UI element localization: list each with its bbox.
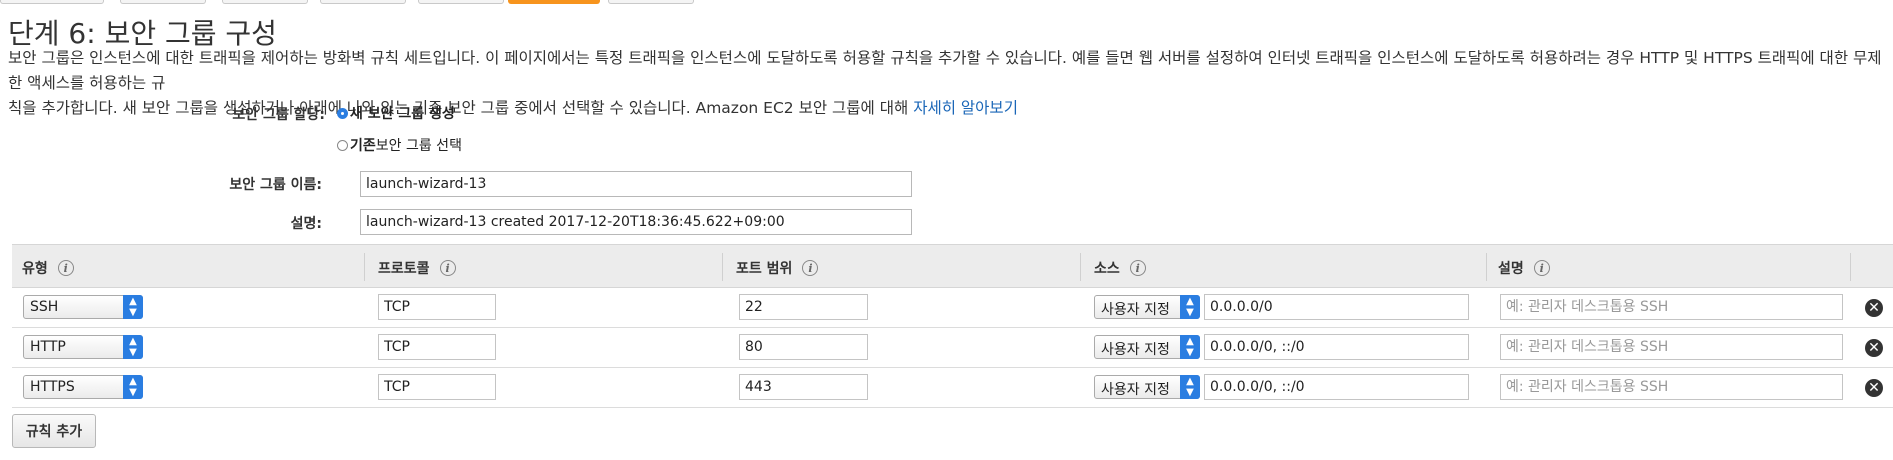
col-source-label: 소스: [1094, 261, 1120, 277]
source-select-value: 사용자 지정: [1101, 342, 1170, 358]
wizard-step-tabs: [0, 0, 1893, 4]
source-cidr-input[interactable]: [1204, 294, 1469, 320]
group-desc-label: 설명:: [290, 216, 322, 232]
col-protocol-label: 프로토콜: [378, 261, 430, 277]
step-tab-2[interactable]: [120, 0, 206, 4]
group-desc-input[interactable]: [360, 209, 912, 235]
type-select[interactable]: SSH ▲ ▼: [23, 295, 143, 319]
source-cidr-input[interactable]: [1204, 374, 1469, 400]
port-input[interactable]: [739, 294, 868, 320]
assign-label: 보안 그룹 할당:: [232, 107, 325, 123]
select-arrows-icon: ▲ ▼: [1180, 295, 1200, 319]
radio-unchecked-icon[interactable]: [337, 139, 348, 151]
select-arrows-icon: ▲ ▼: [1180, 335, 1200, 359]
info-icon[interactable]: i: [1129, 260, 1146, 276]
column-divider: [364, 253, 365, 281]
option-existing-bold: 기존: [350, 138, 376, 154]
port-input[interactable]: [739, 374, 868, 400]
protocol-input[interactable]: [378, 334, 496, 360]
type-select[interactable]: HTTPS ▲ ▼: [23, 375, 143, 399]
group-name-label: 보안 그룹 이름:: [229, 177, 322, 193]
source-select-value: 사용자 지정: [1101, 382, 1170, 398]
remove-rule-icon[interactable]: ✕: [1865, 339, 1883, 357]
step-tab-4[interactable]: [320, 0, 406, 4]
info-icon[interactable]: i: [1533, 260, 1550, 276]
source-select[interactable]: 사용자 지정 ▲ ▼: [1094, 375, 1200, 399]
column-divider: [1080, 253, 1081, 281]
type-select-value: HTTPS: [30, 379, 75, 395]
radio-existing-group[interactable]: 기존 보안 그룹 선택: [337, 135, 462, 155]
step-tab-6-active[interactable]: [508, 0, 600, 4]
radio-new-group[interactable]: 새 보안 그룹 생성: [337, 103, 455, 123]
remove-rule-icon[interactable]: ✕: [1865, 299, 1883, 317]
option-new-label: 새 보안 그룹 생성: [350, 106, 455, 122]
col-port-label: 포트 범위: [736, 261, 793, 277]
description-line1: 보안 그룹은 인스턴스에 대한 트래픽을 제어하는 방화벽 규칙 세트입니다. …: [8, 49, 1882, 92]
rule-description-input[interactable]: [1500, 334, 1843, 360]
select-arrows-icon: ▲ ▼: [1180, 375, 1200, 399]
column-divider: [1850, 253, 1851, 281]
radio-checked-icon[interactable]: [337, 107, 348, 119]
source-select-value: 사용자 지정: [1101, 302, 1170, 318]
rule-row: SSH ▲▼ 사용자 지정 ▲▼ ✕: [12, 288, 1893, 328]
col-type-label: 유형: [22, 261, 48, 277]
step-tab-1[interactable]: [0, 0, 104, 4]
learn-more-link[interactable]: 자세히 알아보기: [913, 99, 1018, 117]
source-select[interactable]: 사용자 지정 ▲ ▼: [1094, 295, 1200, 319]
column-divider: [722, 253, 723, 281]
info-icon[interactable]: i: [57, 260, 74, 276]
option-existing-rest: 보안 그룹 선택: [375, 138, 462, 154]
col-description-label: 설명: [1498, 261, 1524, 277]
col-port: 포트 범위 i: [736, 258, 819, 278]
port-input[interactable]: [739, 334, 868, 360]
protocol-input[interactable]: [378, 374, 496, 400]
step-tab-5[interactable]: [418, 0, 504, 4]
source-cidr-input[interactable]: [1204, 334, 1469, 360]
select-arrows-icon: ▲ ▼: [123, 295, 143, 319]
rules-table-header: 유형 i 프로토콜 i 포트 범위 i 소스 i 설명 i: [12, 244, 1893, 288]
step-tab-3[interactable]: [222, 0, 308, 4]
add-rule-button[interactable]: 규칙 추가: [12, 414, 96, 448]
type-select-value: HTTP: [30, 339, 66, 355]
col-source: 소스 i: [1094, 258, 1146, 278]
rule-row: HTTPS ▲▼ 사용자 지정 ▲▼ ✕: [12, 368, 1893, 408]
select-arrows-icon: ▲ ▼: [123, 375, 143, 399]
select-arrows-icon: ▲ ▼: [123, 335, 143, 359]
remove-rule-icon[interactable]: ✕: [1865, 379, 1883, 397]
col-type: 유형 i: [22, 258, 74, 278]
step-tab-7[interactable]: [608, 0, 694, 4]
col-protocol: 프로토콜 i: [378, 258, 456, 278]
rule-description-input[interactable]: [1500, 294, 1843, 320]
type-select[interactable]: HTTP ▲ ▼: [23, 335, 143, 359]
protocol-input[interactable]: [378, 294, 496, 320]
type-select-value: SSH: [30, 299, 59, 315]
info-icon[interactable]: i: [802, 260, 819, 276]
info-icon[interactable]: i: [439, 260, 456, 276]
col-description: 설명 i: [1498, 258, 1550, 278]
group-name-input[interactable]: [360, 171, 912, 197]
rule-description-input[interactable]: [1500, 374, 1843, 400]
rule-row: HTTP ▲▼ 사용자 지정 ▲▼ ✕: [12, 328, 1893, 368]
column-divider: [1486, 253, 1487, 281]
source-select[interactable]: 사용자 지정 ▲ ▼: [1094, 335, 1200, 359]
